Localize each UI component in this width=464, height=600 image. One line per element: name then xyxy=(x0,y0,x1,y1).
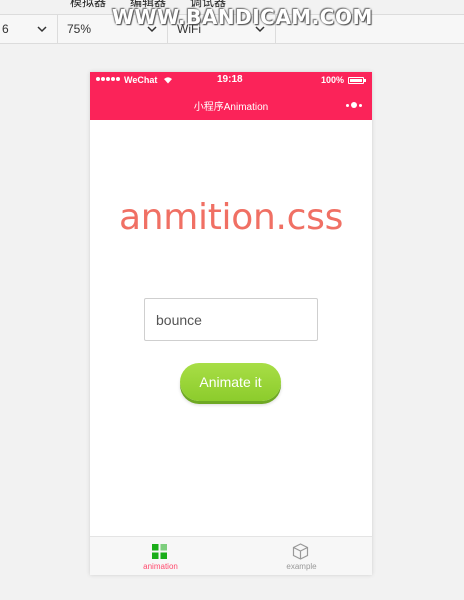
animation-name-input[interactable] xyxy=(144,298,318,341)
animate-button[interactable]: Animate it xyxy=(180,363,281,401)
cube-icon xyxy=(292,543,309,560)
status-bar: WeChat 19:18 100% xyxy=(90,72,372,89)
battery-percent: 100% xyxy=(321,75,345,85)
nav-title: 小程序Animation xyxy=(193,102,269,113)
page-title: anmition.css xyxy=(118,197,344,238)
carrier-label: WeChat xyxy=(124,75,158,85)
more-options-icon[interactable] xyxy=(346,102,362,108)
battery-icon xyxy=(348,77,366,84)
tab-bar: animation example xyxy=(90,536,372,575)
phone-simulator: WeChat 19:18 100% 小程序Animation anmition.… xyxy=(90,72,372,575)
bandicam-watermark: WWW.BANDICAM.COM xyxy=(112,5,373,29)
wifi-icon xyxy=(164,77,172,84)
status-time: 19:18 xyxy=(217,74,243,85)
signal-icon xyxy=(96,77,120,81)
grid-icon xyxy=(152,544,167,559)
tab-example[interactable]: example xyxy=(231,537,372,576)
navigation-bar: 小程序Animation xyxy=(90,89,372,120)
chevron-down-icon xyxy=(37,26,47,33)
tab-animation-label: animation xyxy=(143,562,178,571)
tab-example-label: example xyxy=(286,562,317,571)
zoom-select-value: 75% xyxy=(67,22,92,36)
device-select[interactable]: 6 xyxy=(0,15,58,43)
device-select-value: 6 xyxy=(2,22,9,36)
menu-simulator[interactable]: 模拟器 xyxy=(70,0,106,10)
tab-animation[interactable]: animation xyxy=(90,537,231,576)
